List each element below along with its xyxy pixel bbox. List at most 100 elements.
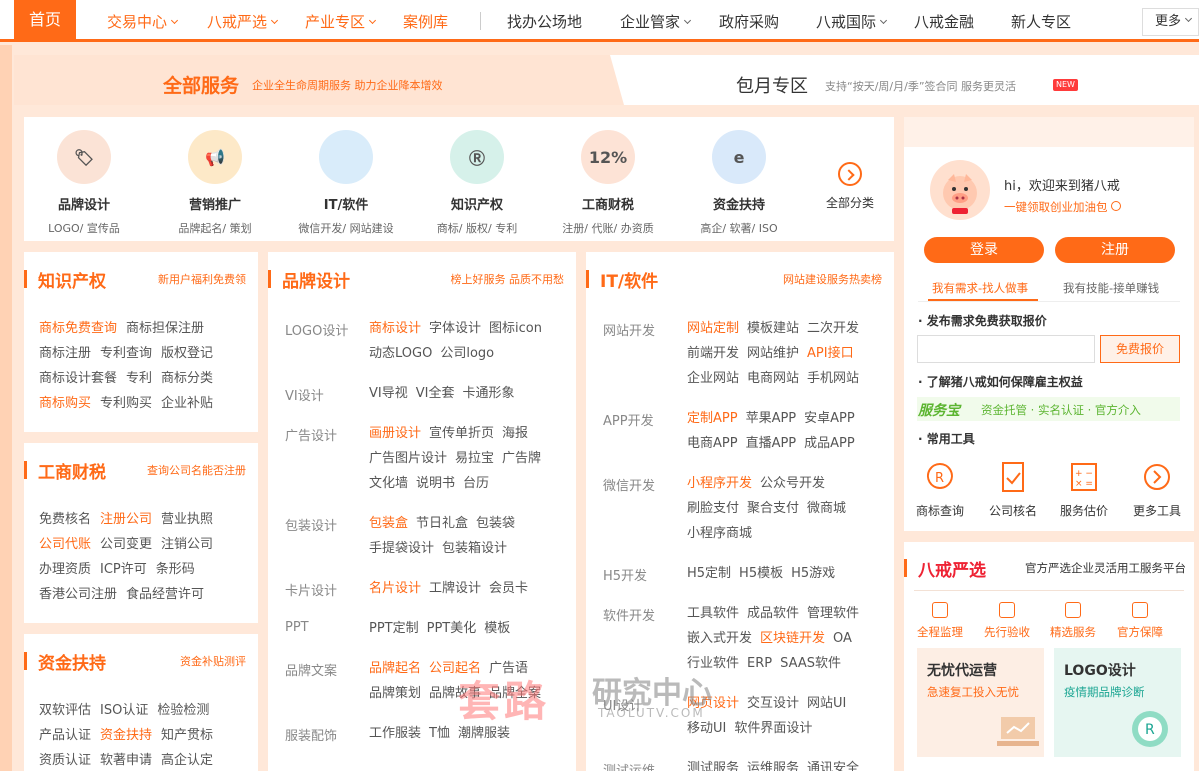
service-link[interactable]: SAAS软件	[780, 651, 841, 676]
service-link[interactable]: 运维服务	[747, 756, 799, 771]
service-link[interactable]: 双软评估	[39, 703, 91, 718]
promo-card-1[interactable]: 无忧代运营 急速复工投入无忧	[917, 648, 1044, 757]
service-link[interactable]: 包装箱设计	[442, 536, 507, 561]
service-link[interactable]: 定制APP	[687, 406, 738, 431]
nav-item-4[interactable]: 找办公场地	[507, 11, 582, 32]
service-link[interactable]: 直播APP	[746, 431, 797, 456]
service-link[interactable]: 高企认定	[161, 753, 213, 768]
category-5[interactable]: e 资金扶持 高企/ 软著/ ISO	[689, 130, 789, 236]
service-link[interactable]: 宣传单折页	[429, 421, 494, 446]
service-link[interactable]: 公司logo	[440, 341, 494, 366]
service-link[interactable]: VI全套	[416, 381, 455, 406]
service-link[interactable]: 模板建站	[747, 316, 799, 341]
service-link[interactable]: 商标注册	[39, 346, 91, 361]
service-link[interactable]: 工作服装	[369, 721, 421, 746]
service-link[interactable]: 资金扶持	[100, 728, 152, 743]
service-link[interactable]: 工牌设计	[429, 576, 481, 601]
brand-subtitle[interactable]: 榜上好服务 品质不用愁	[451, 271, 565, 287]
nav-item-6[interactable]: 政府采购	[719, 11, 779, 32]
service-link[interactable]: 节日礼盒	[416, 511, 468, 536]
service-link[interactable]: 检验检测	[157, 703, 209, 718]
register-button[interactable]: 注册	[1055, 237, 1175, 263]
service-link[interactable]: 嵌入式开发	[687, 626, 752, 651]
nav-item-5[interactable]: 企业管家	[620, 11, 692, 32]
nav-home[interactable]: 首页	[14, 0, 76, 42]
it-title[interactable]: IT/软件	[600, 267, 658, 292]
category-1[interactable]: 📢 营销推广 品牌起名/ 策划	[165, 130, 265, 236]
tool-3[interactable]: 更多工具	[1127, 460, 1187, 519]
biz-subtitle[interactable]: 查询公司名能否注册	[147, 462, 246, 478]
service-link[interactable]: 广告牌	[502, 446, 541, 471]
startup-pack-link[interactable]: 一键领取创业加油包	[1004, 199, 1122, 215]
service-link[interactable]: 卡通形象	[462, 381, 514, 406]
yanxuan-title[interactable]: 八戒严选	[918, 556, 986, 581]
ip-subtitle[interactable]: 新用户福利免费领	[158, 271, 246, 287]
service-link[interactable]: 网站UI	[807, 691, 846, 716]
service-link[interactable]: 注册公司	[100, 512, 152, 527]
biz-title[interactable]: 工商财税	[38, 458, 106, 483]
service-link[interactable]: 专利购买	[100, 396, 152, 411]
service-link[interactable]: 专利	[126, 371, 152, 386]
service-link[interactable]: 品牌策划	[369, 681, 421, 706]
service-link[interactable]: 网站维护	[747, 341, 799, 366]
login-button[interactable]: 登录	[924, 237, 1044, 263]
service-link[interactable]: 动态LOGO	[369, 341, 432, 366]
service-link[interactable]: 模板	[484, 616, 510, 641]
fund-subtitle[interactable]: 资金补贴测评	[180, 653, 246, 669]
nav-item-3[interactable]: 案例库	[403, 11, 448, 32]
category-4[interactable]: 12% 工商财税 注册/ 代账/ 办资质	[558, 130, 658, 236]
service-link[interactable]: 知产贯标	[161, 728, 213, 743]
service-link[interactable]: 食品经营许可	[126, 587, 204, 602]
service-link[interactable]: 办理资质	[39, 562, 91, 577]
service-link[interactable]: 软件界面设计	[734, 716, 812, 741]
service-link[interactable]: VI导视	[369, 381, 408, 406]
nav-item-2[interactable]: 产业专区	[305, 11, 377, 32]
service-link[interactable]: 香港公司注册	[39, 587, 117, 602]
service-link[interactable]: H5游戏	[791, 561, 835, 586]
service-link[interactable]: 包装盒	[369, 511, 408, 536]
service-link[interactable]: 台历	[463, 471, 489, 496]
service-link[interactable]: 区块链开发	[760, 626, 825, 651]
nav-item-8[interactable]: 八戒金融	[914, 11, 974, 32]
service-link[interactable]: 易拉宝	[455, 446, 494, 471]
category-3[interactable]: Ⓡ 知识产权 商标/ 版权/ 专利	[427, 130, 527, 236]
service-link[interactable]: 版权登记	[161, 346, 213, 361]
service-link[interactable]: API接口	[807, 341, 854, 366]
service-link[interactable]: 专利查询	[100, 346, 152, 361]
service-link[interactable]: 软著申请	[100, 753, 152, 768]
service-link[interactable]: 通讯安全	[807, 756, 859, 771]
service-link[interactable]: 广告图片设计	[369, 446, 447, 471]
tool-0[interactable]: R 商标查询	[910, 460, 970, 519]
service-link[interactable]: ISO认证	[100, 703, 148, 718]
service-link[interactable]: 名片设计	[369, 576, 421, 601]
it-subtitle[interactable]: 网站建设服务热卖榜	[783, 271, 882, 287]
service-link[interactable]: 交互设计	[747, 691, 799, 716]
ip-title[interactable]: 知识产权	[38, 267, 106, 292]
all-categories-button[interactable]: 全部分类	[800, 130, 900, 211]
service-link[interactable]: 会员卡	[489, 576, 528, 601]
service-link[interactable]: 说明书	[416, 471, 455, 496]
service-link[interactable]: 小程序开发	[687, 471, 752, 496]
service-link[interactable]: 画册设计	[369, 421, 421, 446]
promo-card-2[interactable]: LOGO设计 疫情期品牌诊断 R	[1054, 648, 1181, 757]
service-link[interactable]: 小程序商城	[687, 521, 752, 546]
service-link[interactable]: 测试服务	[687, 756, 739, 771]
nav-item-7[interactable]: 八戒国际	[816, 11, 888, 32]
service-link[interactable]: 营业执照	[161, 512, 213, 527]
nav-item-9[interactable]: 新人专区	[1011, 11, 1071, 32]
service-link[interactable]: 资质认证	[39, 753, 91, 768]
service-link[interactable]: 苹果APP	[746, 406, 797, 431]
requirement-input[interactable]	[917, 335, 1095, 363]
service-link[interactable]: 管理软件	[807, 601, 859, 626]
service-link[interactable]: 免费核名	[39, 512, 91, 527]
service-link[interactable]: 海报	[502, 421, 528, 446]
service-link[interactable]: 商标设计	[369, 316, 421, 341]
service-link[interactable]: 电商网站	[747, 366, 799, 391]
service-link[interactable]: 商标分类	[161, 371, 213, 386]
tab-skill[interactable]: 我有技能-接单赚钱	[1063, 280, 1159, 296]
service-link[interactable]: 前端开发	[687, 341, 739, 366]
service-link[interactable]: 网站定制	[687, 316, 739, 341]
service-link[interactable]: 条形码	[156, 562, 195, 577]
service-link[interactable]: 手提袋设计	[369, 536, 434, 561]
monthly-zone-title[interactable]: 包月专区	[736, 72, 808, 98]
